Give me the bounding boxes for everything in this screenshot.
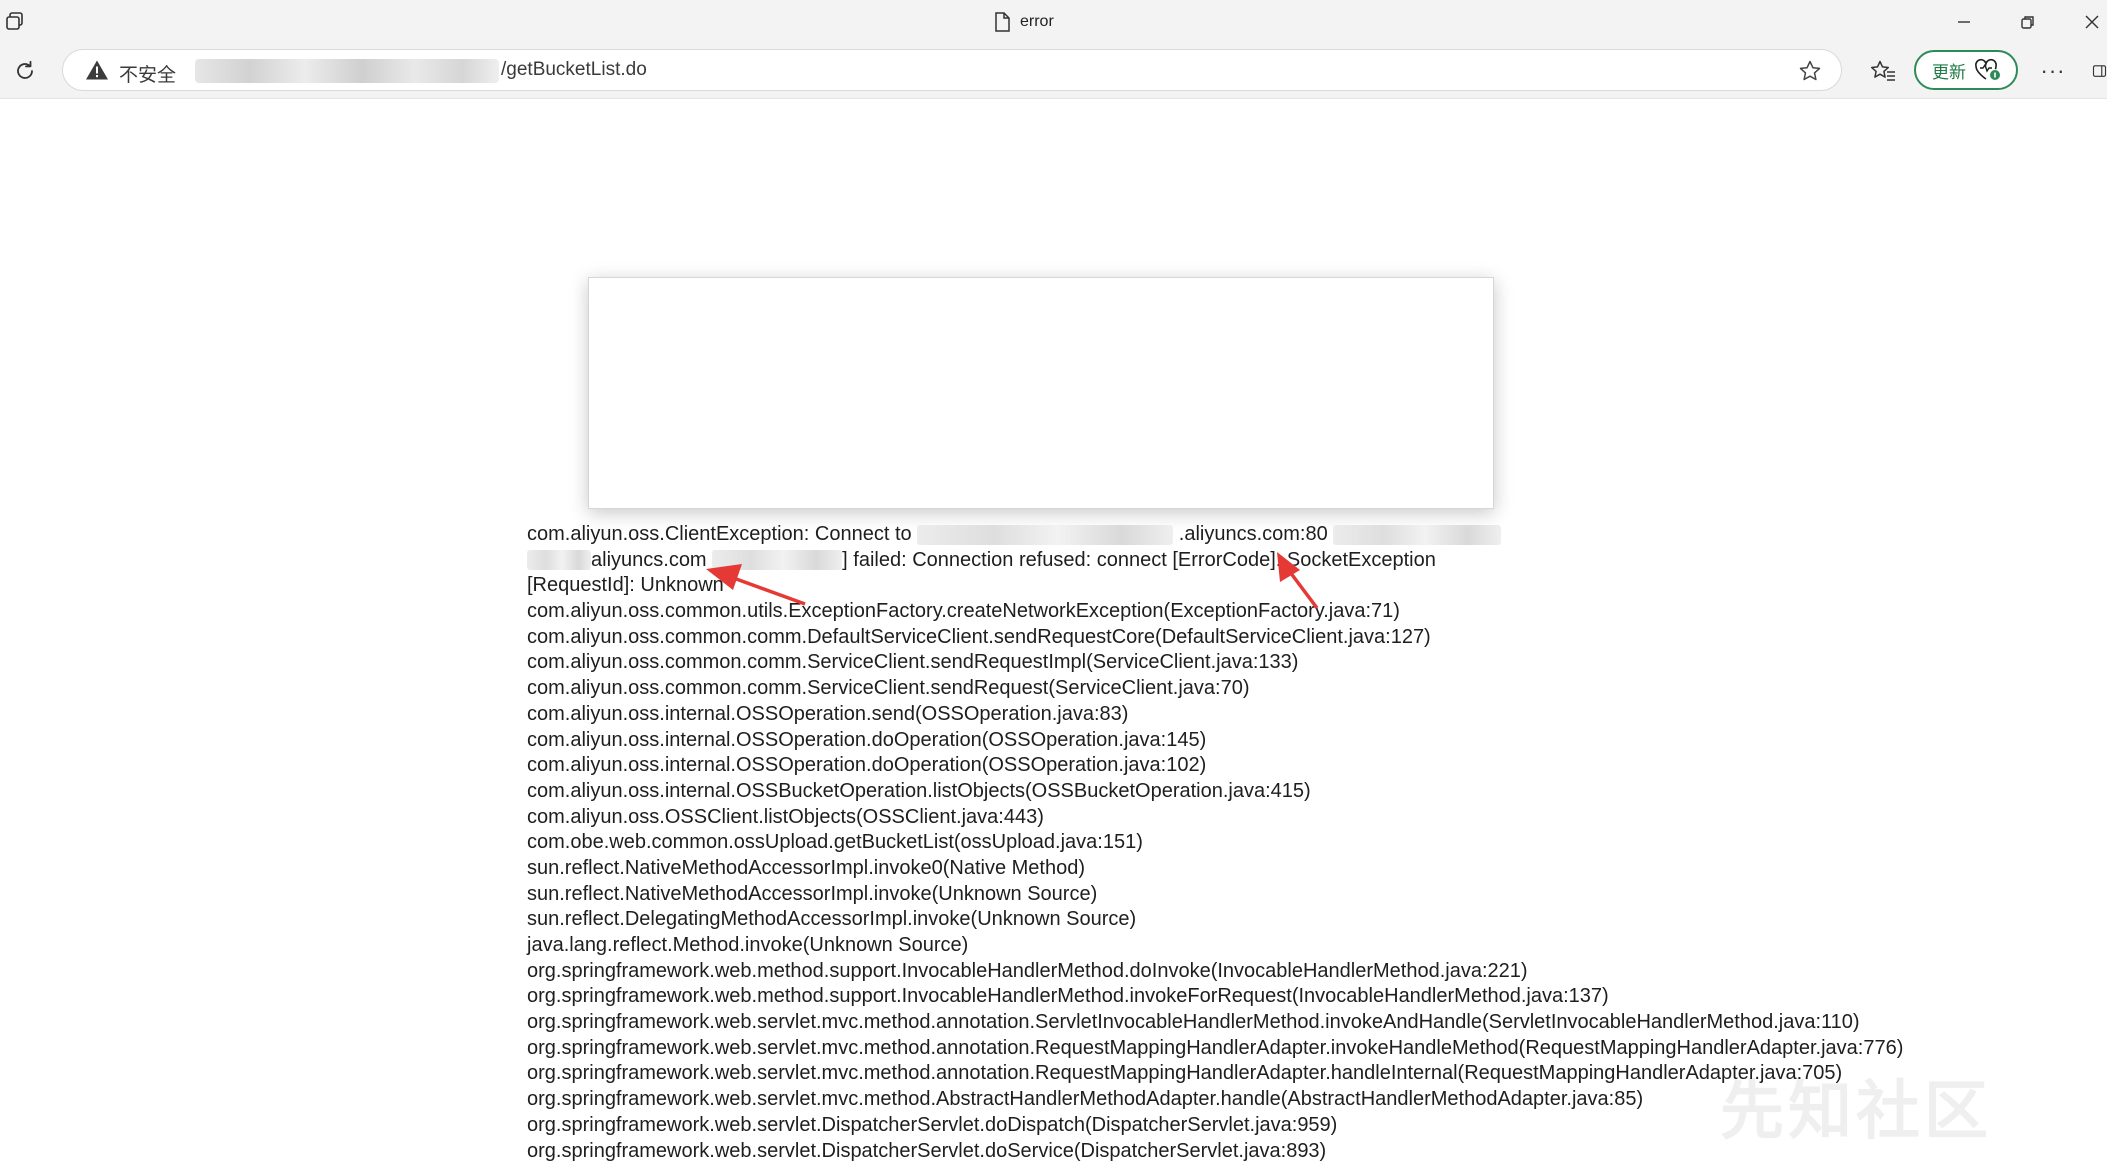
exception-message: com.aliyun.oss.ClientException: Connect … [527, 523, 912, 545]
title-bar: error [0, 0, 2107, 44]
stack-frame: com.aliyun.oss.common.comm.ServiceClient… [527, 676, 2027, 702]
exception-line: com.aliyun.oss.ClientException: Connect … [527, 522, 2027, 548]
exception-message: ] failed: Connection refused: connect [E… [842, 549, 1436, 571]
exception-line: aliyuncs.com ] failed: Connection refuse… [527, 548, 2027, 574]
minimize-button[interactable] [1944, 4, 1984, 40]
restore-button[interactable] [2008, 4, 2048, 40]
stack-frame: com.aliyun.oss.OSSClient.listObjects(OSS… [527, 805, 2027, 831]
redacted-host [527, 550, 591, 570]
stack-frame: sun.reflect.DelegatingMethodAccessorImpl… [527, 907, 2027, 933]
stack-frame: com.aliyun.oss.common.comm.ServiceClient… [527, 650, 2027, 676]
stack-frame: com.aliyun.oss.common.comm.DefaultServic… [527, 625, 2027, 651]
browser-toolbar: 不安全 /getBucketList.do 更新 ··· [0, 44, 2107, 99]
exception-host: aliyuncs.com [591, 549, 707, 571]
stack-frame: sun.reflect.NativeMethodAccessorImpl.inv… [527, 856, 2027, 882]
request-id-line: [RequestId]: Unknown [527, 573, 2027, 599]
security-label[interactable]: 不安全 [119, 60, 176, 87]
stack-frame: com.obe.web.common.ossUpload.getBucketLi… [527, 830, 2027, 856]
address-bar[interactable]: 不安全 /getBucketList.do [62, 49, 1842, 91]
redacted-bucket [917, 525, 1173, 545]
refresh-icon [14, 60, 36, 82]
stack-frame: org.springframework.web.method.support.I… [527, 959, 2027, 985]
stack-frame: com.aliyun.oss.common.utils.ExceptionFac… [527, 599, 2027, 625]
refresh-button[interactable] [8, 54, 42, 88]
update-button[interactable]: 更新 [1914, 50, 2018, 90]
stack-frame: org.springframework.web.servlet.mvc.meth… [527, 1036, 2027, 1062]
update-label: 更新 [1932, 58, 1966, 83]
tab-title: error [1020, 13, 1054, 31]
stack-frame: com.aliyun.oss.internal.OSSOperation.doO… [527, 753, 2027, 779]
warning-triangle-icon[interactable] [85, 59, 109, 81]
watermark: 先知社区 [1720, 1060, 1992, 1152]
stack-frame: com.aliyun.oss.internal.OSSOperation.doO… [527, 728, 2027, 754]
stack-frame: java.lang.reflect.Method.invoke(Unknown … [527, 933, 2027, 959]
active-tab[interactable]: error [994, 9, 1054, 35]
redacted-ip [712, 550, 842, 570]
stack-frame: com.aliyun.oss.internal.OSSOperation.sen… [527, 702, 2027, 728]
exception-host: .aliyuncs.com:80 [1179, 523, 1328, 545]
close-button[interactable] [2076, 4, 2107, 40]
redacted-address [1333, 525, 1501, 545]
url-path[interactable]: /getBucketList.do [501, 59, 647, 81]
workspaces-icon[interactable] [2, 8, 28, 34]
stack-frame: org.springframework.web.servlet.mvc.meth… [527, 1010, 2027, 1036]
stack-frame: sun.reflect.NativeMethodAccessorImpl.inv… [527, 882, 2027, 908]
favorites-icon[interactable] [1866, 54, 1900, 88]
sidebar-icon[interactable] [2092, 54, 2107, 88]
redacted-host [195, 59, 499, 83]
blank-dialog-box [588, 277, 1494, 509]
heart-update-icon [1974, 58, 2002, 82]
stack-frame: org.springframework.web.method.support.I… [527, 984, 2027, 1010]
star-icon[interactable] [1795, 56, 1825, 86]
document-icon [994, 12, 1010, 32]
more-button[interactable]: ··· [2036, 54, 2070, 88]
stack-frame: com.aliyun.oss.internal.OSSBucketOperati… [527, 779, 2027, 805]
